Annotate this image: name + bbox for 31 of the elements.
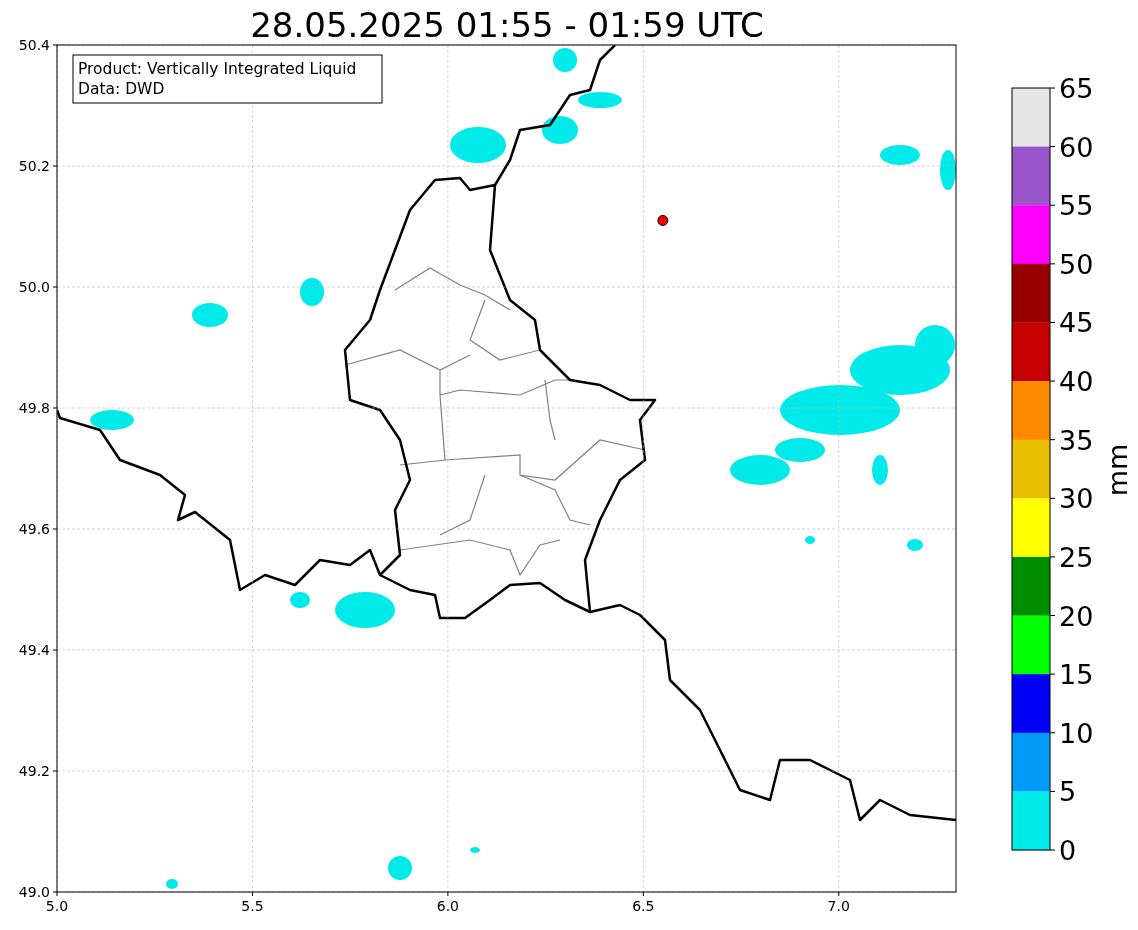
scale-tick-label: 55 bbox=[1059, 190, 1094, 222]
info-text: Product: Vertically Integrated Liquid bbox=[78, 60, 357, 78]
axis-tick-label: 49.4 bbox=[18, 642, 50, 658]
scale-tick-label: 0 bbox=[1059, 835, 1077, 866]
axis-tick-label: 50.2 bbox=[18, 158, 50, 174]
axis-tick-label: 49.8 bbox=[18, 400, 50, 416]
axis-tick-label: 49.0 bbox=[18, 884, 50, 900]
scale-tick-label: 20 bbox=[1059, 600, 1094, 632]
axis-tick-label: 7.0 bbox=[827, 898, 850, 914]
axis-tick-label: 50.0 bbox=[18, 279, 50, 295]
axis-tick-label: 50.4 bbox=[18, 37, 50, 53]
scale-tick-label: 35 bbox=[1059, 424, 1094, 456]
axis-tick-label: 5.5 bbox=[241, 898, 264, 914]
scale-tick-label: 45 bbox=[1059, 307, 1094, 339]
info-text: Data: DWD bbox=[78, 80, 165, 98]
scale-tick-label: 15 bbox=[1059, 659, 1094, 691]
scale-tick-label: 25 bbox=[1059, 541, 1094, 573]
axis-tick-label: 6.5 bbox=[632, 898, 655, 914]
scale-tick-label: 30 bbox=[1059, 483, 1094, 515]
scale-tick-label: 50 bbox=[1059, 248, 1094, 280]
axis-tick-label: 5.0 bbox=[45, 898, 69, 914]
scale-tick-label: 5 bbox=[1059, 776, 1077, 808]
scale-unit-label: mm bbox=[1102, 443, 1133, 497]
axis-tick-label: 49.6 bbox=[18, 521, 50, 537]
scale-tick-label: 40 bbox=[1059, 366, 1094, 398]
chart-title: 28.05.2025 01:55 - 01:59 UTC bbox=[250, 5, 764, 45]
axis-tick-label: 6.0 bbox=[436, 898, 459, 914]
scale-tick-label: 65 bbox=[1059, 73, 1094, 104]
scale-tick-label: 10 bbox=[1059, 717, 1094, 749]
scale-tick-label: 60 bbox=[1059, 131, 1094, 163]
axis-tick-label: 49.2 bbox=[18, 763, 50, 779]
